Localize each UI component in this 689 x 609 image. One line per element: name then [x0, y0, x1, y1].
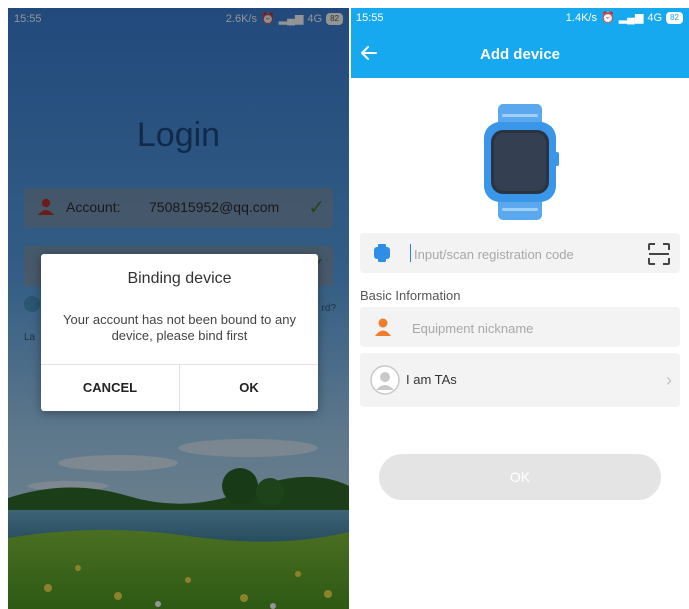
dialog-message: Your account has not been bound to any d… [63, 312, 296, 343]
app-header: 15:55 1.4K/s ⏰ ▂▄▆ 4G 82 Add device [351, 8, 689, 78]
cancel-button[interactable]: CANCEL [41, 365, 179, 411]
scan-qr-icon[interactable] [648, 243, 670, 265]
ok-button[interactable]: OK [379, 454, 661, 500]
section-label: Basic Information [360, 288, 461, 303]
battery-icon: 82 [666, 11, 683, 24]
chevron-right-icon: › [666, 370, 672, 390]
watch-icon [374, 244, 390, 262]
role-selector[interactable]: I am TAs › [360, 353, 680, 407]
status-icons: 1.4K/s ⏰ ▂▄▆ 4G 82 [566, 11, 683, 24]
text-cursor [410, 244, 411, 262]
person-icon [375, 318, 391, 336]
add-device-screen: 15:55 1.4K/s ⏰ ▂▄▆ 4G 82 Add device Inpu… [351, 8, 689, 609]
role-label: I am TAs [406, 372, 457, 387]
login-screen: 15:55 2.6K/s ⏰ ▂▄▆ 4G 82 Login Account: … [8, 8, 349, 609]
ok-button[interactable]: OK [179, 365, 318, 411]
binding-dialog: Binding device Your account has not been… [41, 254, 318, 411]
dialog-buttons: CANCEL OK [41, 364, 318, 411]
alarm-icon: ⏰ [600, 12, 615, 24]
nickname-input[interactable] [410, 315, 634, 341]
nickname-row [360, 307, 680, 347]
dialog-title: Binding device [127, 270, 232, 287]
network-type: 4G [647, 11, 663, 24]
network-speed: 1.4K/s [565, 11, 597, 24]
registration-code-input[interactable] [412, 241, 616, 267]
registration-code-row [360, 233, 680, 273]
status-time: 15:55 [356, 12, 384, 24]
signal-icon: ▂▄▆ [618, 12, 644, 24]
smartwatch-image [484, 104, 559, 220]
page-title: Add device [479, 46, 561, 63]
avatar-icon [370, 365, 400, 395]
